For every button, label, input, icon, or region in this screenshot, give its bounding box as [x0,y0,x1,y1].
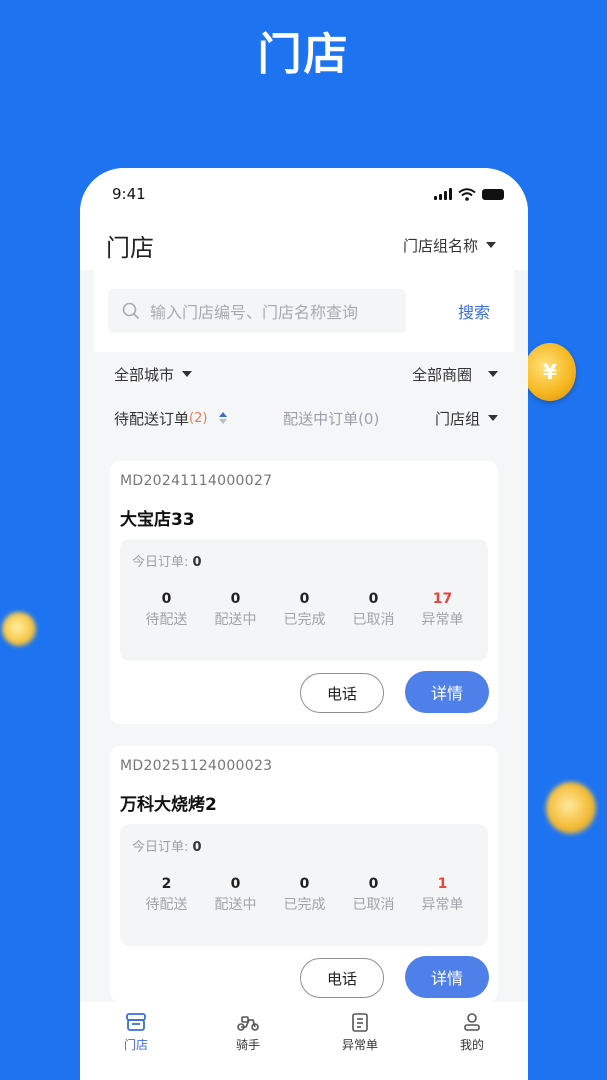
store-group-select[interactable]: 门店组名称 [403,235,496,256]
tab-abnormal[interactable]: 异常单 [304,1002,416,1080]
order-stats: 今日订单: 0 0 待配送 0 配送中 0 已完成 0 已取消 17 异常单 [120,539,488,661]
stat-pending[interactable]: 0 待配送 [132,591,201,629]
caret-down-icon [488,371,498,377]
filters: 全部城市 全部商圈 待配送订单 (2) 配送中订单(0) 门店组 [80,352,528,440]
stat-delivering[interactable]: 0 配送中 [201,591,270,629]
phone-screen: 9:41 门店 门店组名称 输入门店编号、门店名称查询 搜索 全部城市 全部商圈… [80,168,528,1080]
tab-stores[interactable]: 门店 [80,1002,192,1080]
call-button[interactable]: 电话 [300,673,384,713]
stat-pending[interactable]: 2 待配送 [132,876,201,914]
stat-cancelled[interactable]: 0 已取消 [339,591,408,629]
search-button[interactable]: 搜索 [458,299,490,323]
stat-completed[interactable]: 0 已完成 [270,876,339,914]
caret-down-icon [487,415,498,421]
stat-cancelled[interactable]: 0 已取消 [339,876,408,914]
order-stats: 今日订单: 0 2 待配送 0 配送中 0 已完成 0 已取消 1 异常单 [120,824,488,946]
coin-icon [546,782,596,834]
bottom-tabbar: 门店 骑手 异常单 我的 [80,1002,528,1080]
coin-icon [2,612,36,646]
district-filter-label: 全部商圈 [411,365,472,384]
status-bar: 9:41 [80,168,528,220]
today-orders: 今日订单: 0 [132,840,202,855]
page-title: 门店 [106,233,154,262]
coin-icon: ¥ [524,343,576,401]
district-filter[interactable]: 全部商圈 [412,364,498,385]
tab-delivering-orders[interactable]: 配送中订单(0) [283,408,379,429]
stat-completed[interactable]: 0 已完成 [270,591,339,629]
header: 门店 门店组名称 [80,220,528,270]
signal-icon [434,188,452,200]
tab-mine[interactable]: 我的 [416,1002,528,1080]
store-card: MD20251124000023 万科大烧烤2 今日订单: 0 2 待配送 0 配送… [110,746,498,1002]
tab-pending-count: (2) [189,410,208,426]
store-name: 大宝店33 [120,510,195,530]
today-orders-count: 0 [192,840,202,855]
battery-icon [482,188,504,200]
call-button[interactable]: 电话 [300,958,384,998]
wifi-icon [458,187,476,201]
store-name: 万科大烧烤2 [120,795,217,815]
today-orders: 今日订单: 0 [132,555,202,570]
tab-pending-label: 待配送订单 [114,409,190,428]
city-filter[interactable]: 全部城市 [114,364,193,385]
scooter-icon [237,1016,259,1031]
tab-riders[interactable]: 骑手 [192,1002,304,1080]
detail-button[interactable]: 详情 [405,956,489,998]
store-id: MD20241114000027 [120,473,273,489]
user-icon [464,1013,480,1031]
store-id: MD20251124000023 [120,758,273,774]
store-group-filter[interactable]: 门店组 [435,408,498,429]
status-time: 9:41 [112,185,146,203]
banner-title: 门店 [257,29,350,80]
store-group-select-label: 门店组名称 [402,236,478,255]
search-icon [122,302,140,320]
search-input[interactable]: 输入门店编号、门店名称查询 [108,289,406,333]
today-orders-count: 0 [192,555,202,570]
detail-button[interactable]: 详情 [405,671,489,713]
city-filter-label: 全部城市 [114,365,175,384]
store-icon [126,1013,146,1031]
store-card: MD20241114000027 大宝店33 今日订单: 0 0 待配送 0 配送中… [110,461,498,724]
store-group-filter-label: 门店组 [434,409,480,428]
tab-pending-orders[interactable]: 待配送订单 (2) [114,408,228,429]
caret-down-icon [182,371,193,377]
search-area: 输入门店编号、门店名称查询 搜索 [94,270,514,352]
sort-icon[interactable] [219,412,228,424]
caret-down-icon [486,242,496,248]
clipboard-icon [352,1013,368,1032]
stat-abnormal[interactable]: 17 异常单 [408,591,477,629]
stat-delivering[interactable]: 0 配送中 [201,876,270,914]
search-placeholder: 输入门店编号、门店名称查询 [150,303,359,322]
stat-abnormal[interactable]: 1 异常单 [408,876,477,914]
